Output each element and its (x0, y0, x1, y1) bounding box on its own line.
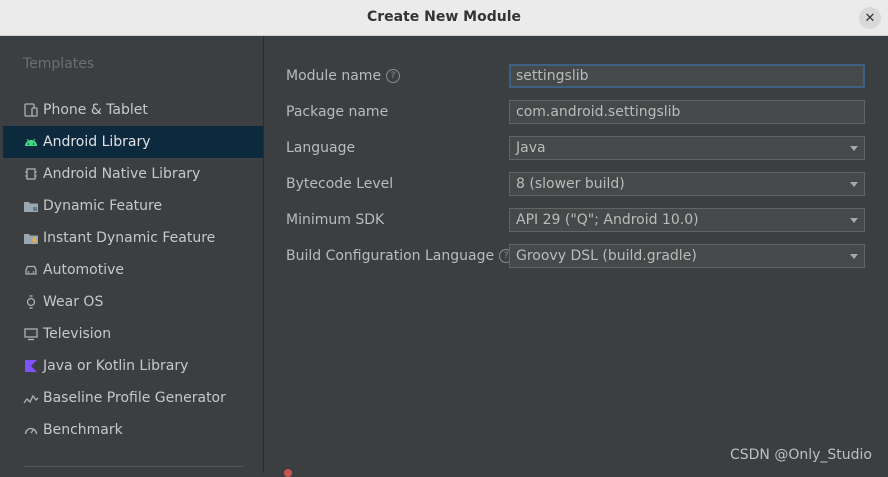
chevron-down-icon[interactable] (850, 146, 858, 151)
templates-sidebar: Templates Phone & Tablet Android Library… (3, 36, 264, 473)
module-name-row: Module name ? (286, 64, 401, 88)
template-wear-os[interactable]: Wear OS (3, 286, 263, 318)
chevron-down-icon[interactable] (850, 182, 858, 187)
module-name-label-text: Module name (286, 68, 382, 84)
tv-icon (23, 326, 39, 342)
module-settings-panel: Module name ? Package name Language Java… (264, 36, 888, 477)
build-config-language-dropdown[interactable]: Groovy DSL (build.gradle) (509, 244, 865, 268)
language-row: Language (286, 136, 355, 160)
native-library-icon (23, 166, 39, 182)
template-dynamic-feature[interactable]: Dynamic Feature (3, 190, 263, 222)
car-icon (23, 262, 39, 278)
template-java-kotlin-library[interactable]: Java or Kotlin Library (3, 350, 263, 382)
kotlin-icon (23, 358, 39, 374)
minimum-sdk-dropdown[interactable]: API 29 ("Q"; Android 10.0) (509, 208, 865, 232)
template-automotive[interactable]: Automotive (3, 254, 263, 286)
minimum-sdk-label: Minimum SDK (286, 212, 385, 228)
template-label: Benchmark (43, 422, 123, 438)
title-bar: Create New Module ✕ (0, 0, 888, 36)
dynamic-feature-icon (23, 198, 39, 214)
status-indicator (284, 469, 292, 477)
template-label: Java or Kotlin Library (43, 358, 189, 374)
build-config-language-label: Build Configuration Language ? (286, 248, 514, 264)
close-button[interactable]: ✕ (859, 7, 881, 29)
template-label: Android Native Library (43, 166, 201, 182)
build-config-language-value: Groovy DSL (build.gradle) (516, 248, 697, 264)
csdn-watermark: CSDN @Only_Studio (729, 447, 872, 463)
instant-dynamic-feature-icon (23, 230, 39, 246)
watch-icon (23, 294, 39, 310)
template-benchmark[interactable]: Benchmark (3, 414, 263, 446)
build-config-language-row: Build Configuration Language ? (286, 244, 514, 268)
template-label: Television (43, 326, 112, 342)
language-dropdown[interactable]: Java (509, 136, 865, 160)
language-value: Java (516, 140, 546, 156)
module-name-input[interactable] (516, 68, 846, 84)
template-label: Phone & Tablet (43, 102, 148, 118)
template-instant-dynamic-feature[interactable]: Instant Dynamic Feature (3, 222, 263, 254)
template-label: Android Library (43, 134, 151, 150)
bytecode-level-label: Bytecode Level (286, 176, 394, 192)
template-android-library[interactable]: Android Library (3, 126, 263, 158)
chevron-down-icon[interactable] (850, 254, 858, 259)
template-label: Wear OS (43, 294, 104, 310)
baseline-profile-icon (23, 390, 39, 406)
template-baseline-profile-generator[interactable]: Baseline Profile Generator (3, 382, 263, 414)
close-icon[interactable]: ✕ (865, 11, 876, 26)
chevron-down-icon[interactable] (850, 218, 858, 223)
template-android-native-library[interactable]: Android Native Library (3, 158, 263, 190)
help-icon[interactable]: ? (386, 69, 401, 83)
bytecode-level-row: Bytecode Level (286, 172, 393, 196)
template-label: Dynamic Feature (43, 198, 163, 214)
package-name-row: Package name (286, 100, 388, 124)
sidebar-divider (23, 466, 243, 467)
benchmark-icon (23, 422, 39, 438)
template-label: Automotive (43, 262, 124, 278)
language-label: Language (286, 140, 356, 156)
window-title: Create New Module (366, 9, 522, 25)
package-name-label: Package name (286, 104, 389, 120)
module-name-label: Module name ? (286, 68, 401, 84)
template-label: Instant Dynamic Feature (43, 230, 216, 246)
template-label: Baseline Profile Generator (43, 390, 226, 406)
templates-heading: Templates (23, 56, 95, 72)
phone-tablet-icon (23, 102, 39, 118)
minimum-sdk-value: API 29 ("Q"; Android 10.0) (516, 212, 699, 228)
template-phone-tablet[interactable]: Phone & Tablet (3, 94, 263, 126)
package-name-field[interactable] (509, 100, 865, 124)
template-television[interactable]: Television (3, 318, 263, 350)
bytecode-level-dropdown[interactable]: 8 (slower build) (509, 172, 865, 196)
module-name-field[interactable] (509, 64, 865, 88)
templates-list: Phone & Tablet Android Library Android N… (3, 94, 263, 446)
android-icon (23, 134, 39, 150)
package-name-input[interactable] (516, 104, 846, 120)
bytecode-level-value: 8 (slower build) (516, 176, 625, 192)
build-config-language-label-text: Build Configuration Language (286, 248, 495, 264)
minimum-sdk-row: Minimum SDK (286, 208, 384, 232)
